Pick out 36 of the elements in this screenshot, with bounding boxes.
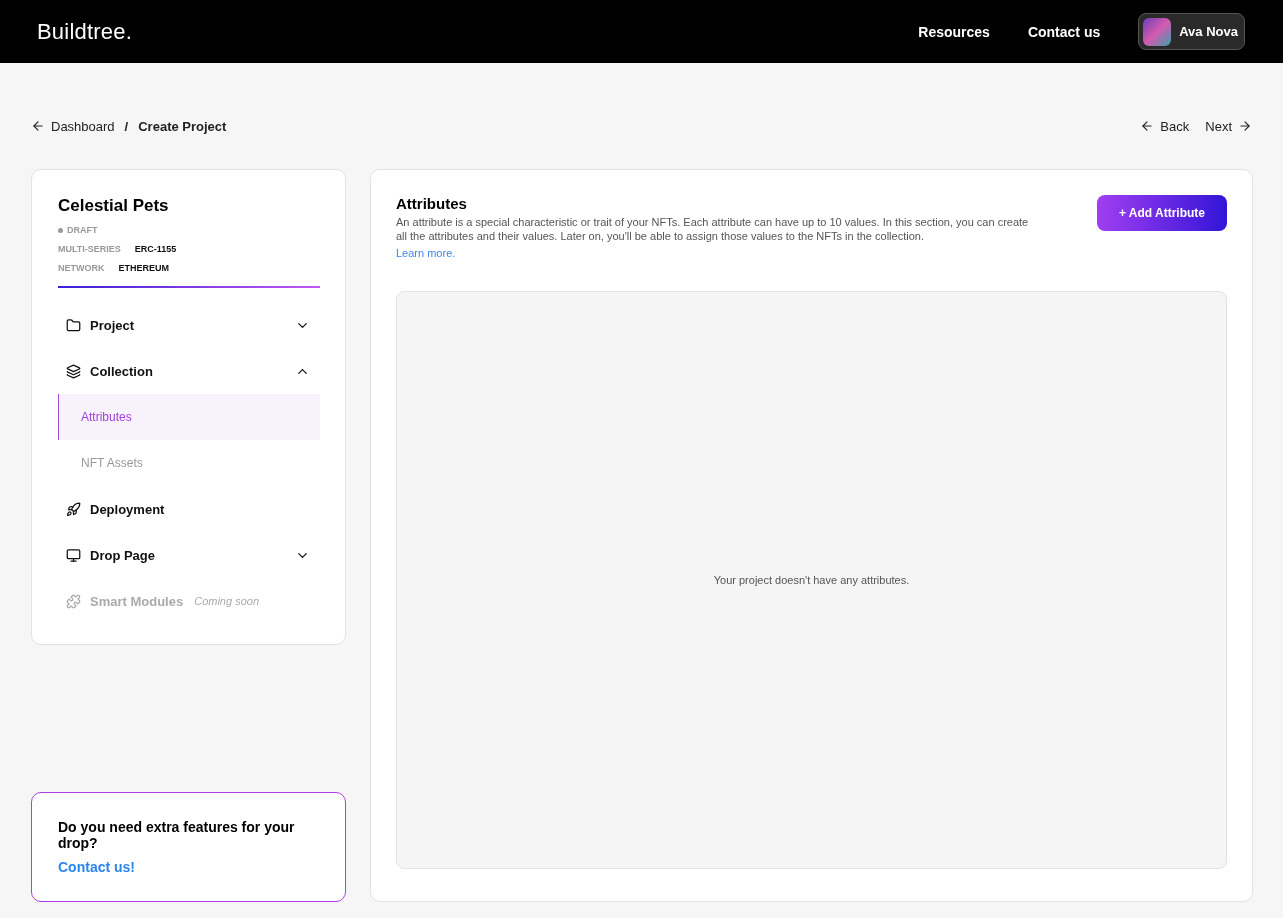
breadcrumb-current: Create Project: [138, 118, 227, 134]
nav-link[interactable]: Contact us: [1027, 23, 1101, 40]
coming-soon-note: Coming soon: [194, 595, 259, 607]
nav-item[interactable]: Drop Page: [90, 547, 155, 563]
logo[interactable]: Buildtree.: [37, 18, 132, 45]
nav-link[interactable]: Resources: [918, 23, 990, 40]
breadcrumb-separator: /: [124, 118, 129, 134]
puzzle-icon: [66, 593, 81, 609]
meta-value: ERC-1155: [134, 244, 177, 254]
back-link[interactable]: Back: [1140, 118, 1190, 134]
nav-item[interactable]: Collection: [90, 363, 153, 379]
nav-item[interactable]: Project: [90, 317, 135, 333]
meta-label: MULTI-SERIES: [58, 244, 121, 254]
status-label: DRAFT: [67, 225, 98, 235]
promo-text: Do you need extra features for your drop?: [58, 819, 296, 851]
avatar-icon: [1143, 17, 1172, 46]
project-name: Celestial Pets: [58, 196, 170, 216]
learn-more-link[interactable]: Learn more.: [396, 247, 456, 259]
rocket-icon: [66, 501, 81, 517]
folder-icon: [66, 317, 81, 333]
layers-icon: [66, 363, 81, 379]
meta-value: ETHEREUM: [118, 263, 169, 273]
next-link[interactable]: Next: [1205, 118, 1252, 134]
user-button[interactable]: Ava Nova: [1138, 13, 1245, 50]
status-dot: [58, 227, 63, 233]
empty-state-text: Your project doesn't have any attributes.: [713, 574, 910, 586]
section-description: An attribute is a special characteristic or trait of your NFTs. Each attribute can have up to 10 values. In this section, you can create all the attributes and their values. Later on, you'll be able to assign those values to the NFTs in the collection.: [396, 215, 1030, 243]
dashboard-link[interactable]: Dashboard: [31, 118, 115, 134]
sub-nav-item[interactable]: Attributes: [58, 394, 320, 440]
nav-item[interactable]: Deployment: [90, 501, 165, 517]
contact-link[interactable]: Contact us!: [58, 859, 135, 875]
section-title: Attributes: [396, 195, 468, 212]
arrow-left-icon: [1140, 119, 1155, 133]
add-attribute-button[interactable]: + Add Attribute: [1096, 195, 1227, 231]
meta-label: NETWORK: [58, 263, 105, 273]
monitor-icon: [66, 547, 81, 563]
